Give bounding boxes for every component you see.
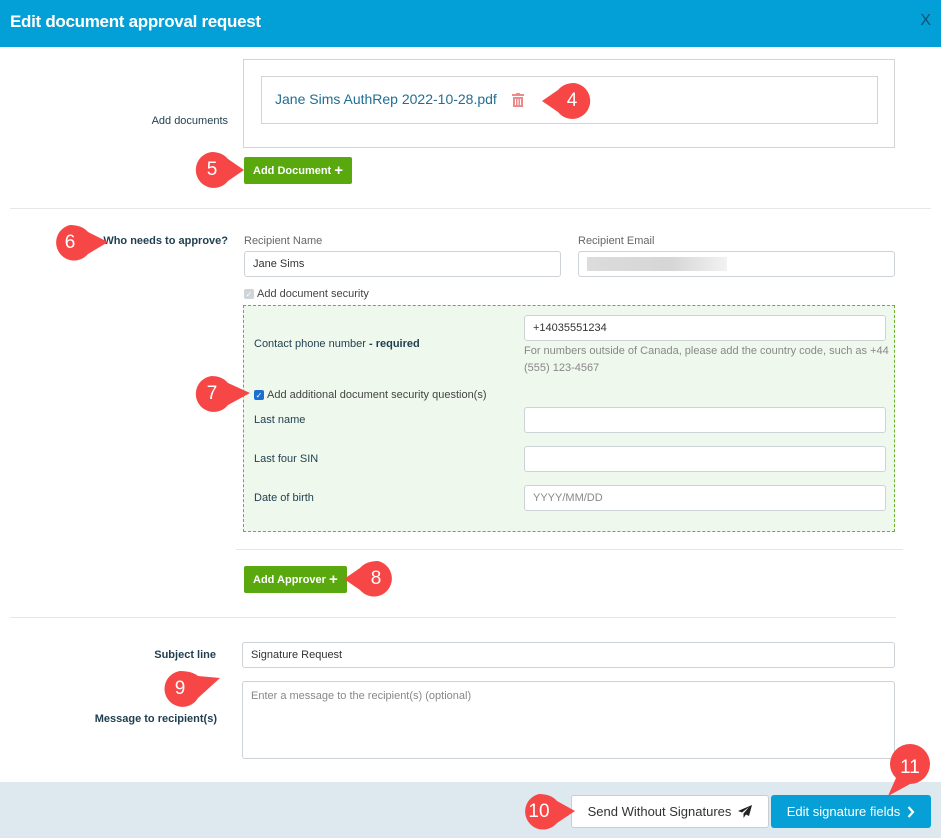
who-needs-to-approve-label: Who needs to approve? — [103, 235, 228, 247]
phone-hint: For numbers outside of Canada, please ad… — [524, 345, 889, 374]
document-security-label: Add document security — [257, 288, 369, 300]
add-document-label: Add Document — [253, 164, 332, 177]
callout-8: 8 — [344, 560, 392, 597]
callout-number: 10 — [528, 801, 550, 822]
callout-9: 9 — [158, 670, 220, 707]
add-approver-label: Add Approver — [253, 573, 326, 586]
last-name-label: Last name — [254, 414, 306, 426]
recipient-name-value: Jane Sims — [253, 258, 305, 270]
chevron-right-icon — [907, 805, 915, 818]
edit-signature-fields-label: Edit signature fields — [786, 804, 901, 819]
subject-line-value: Signature Request — [251, 649, 343, 661]
dob-input[interactable]: YYYY/MM/DD — [524, 485, 886, 511]
recipient-email-label: Recipient Email — [578, 235, 655, 247]
message-textarea[interactable]: Enter a message to the recipient(s) (opt… — [242, 681, 895, 759]
additional-questions-checkbox[interactable]: ✓ — [254, 390, 264, 400]
subject-line-input[interactable]: Signature Request — [242, 642, 895, 668]
document-link[interactable]: Jane Sims AuthRep 2022-10-28.pdf — [275, 91, 497, 107]
additional-questions-checkbox-row[interactable]: ✓ Add additional document security quest… — [254, 389, 487, 401]
required-marker: - required — [368, 338, 420, 350]
send-without-signatures-label: Send Without Signatures — [587, 804, 732, 819]
divider — [236, 549, 903, 550]
recipient-name-input[interactable]: Jane Sims — [244, 251, 561, 277]
paper-plane-icon — [738, 805, 753, 818]
add-document-button[interactable]: Add Document + — [244, 157, 352, 184]
callout-6: 6 — [48, 224, 108, 261]
last-four-sin-input[interactable] — [524, 446, 886, 472]
subject-line-label: Subject line — [154, 649, 216, 661]
last-name-input[interactable] — [524, 407, 886, 433]
plus-icon: + — [328, 571, 338, 588]
callout-number: 11 — [900, 757, 920, 778]
phone-value: +14035551234 — [533, 322, 607, 334]
callout-7: 7 — [190, 375, 250, 412]
phone-label: Contact phone number - required — [254, 338, 420, 350]
add-documents-label: Add documents — [151, 115, 228, 127]
divider — [10, 208, 931, 209]
dob-placeholder: YYYY/MM/DD — [533, 492, 603, 504]
callout-number: 8 — [370, 568, 382, 589]
close-icon[interactable]: X — [920, 12, 931, 30]
dialog-title: Edit document approval request — [10, 12, 261, 31]
send-without-signatures-button[interactable]: Send Without Signatures — [571, 795, 769, 828]
document-security-checkbox-row[interactable]: ✓ Add document security — [244, 288, 369, 300]
callout-number: 4 — [566, 90, 578, 111]
last-four-sin-label: Last four SIN — [254, 453, 319, 465]
additional-questions-label: Add additional document security questio… — [267, 389, 487, 401]
add-approver-button[interactable]: Add Approver + — [244, 566, 347, 593]
callout-number: 9 — [174, 678, 186, 699]
recipient-email-input[interactable] — [578, 251, 895, 277]
callout-10: 10 — [517, 793, 575, 830]
redacted-email — [587, 257, 727, 271]
phone-input[interactable]: +14035551234 — [524, 315, 886, 341]
callout-number: 6 — [64, 232, 76, 253]
dob-label: Date of birth — [254, 492, 314, 504]
document-security-checkbox[interactable]: ✓ — [244, 289, 254, 299]
plus-icon: + — [334, 162, 343, 179]
recipient-name-label: Recipient Name — [244, 235, 323, 247]
callout-11: 11 — [888, 744, 932, 796]
message-placeholder: Enter a message to the recipient(s) (opt… — [251, 690, 472, 702]
trash-icon[interactable] — [512, 93, 524, 107]
callout-4: 4 — [542, 82, 591, 119]
dialog-header: Edit document approval request X — [0, 0, 941, 47]
callout-5: 5 — [190, 151, 244, 188]
callout-number: 7 — [206, 383, 218, 404]
phone-label-text: Contact phone number — [254, 338, 366, 350]
message-label: Message to recipient(s) — [94, 713, 217, 725]
divider — [10, 617, 896, 618]
callout-number: 5 — [206, 159, 218, 180]
